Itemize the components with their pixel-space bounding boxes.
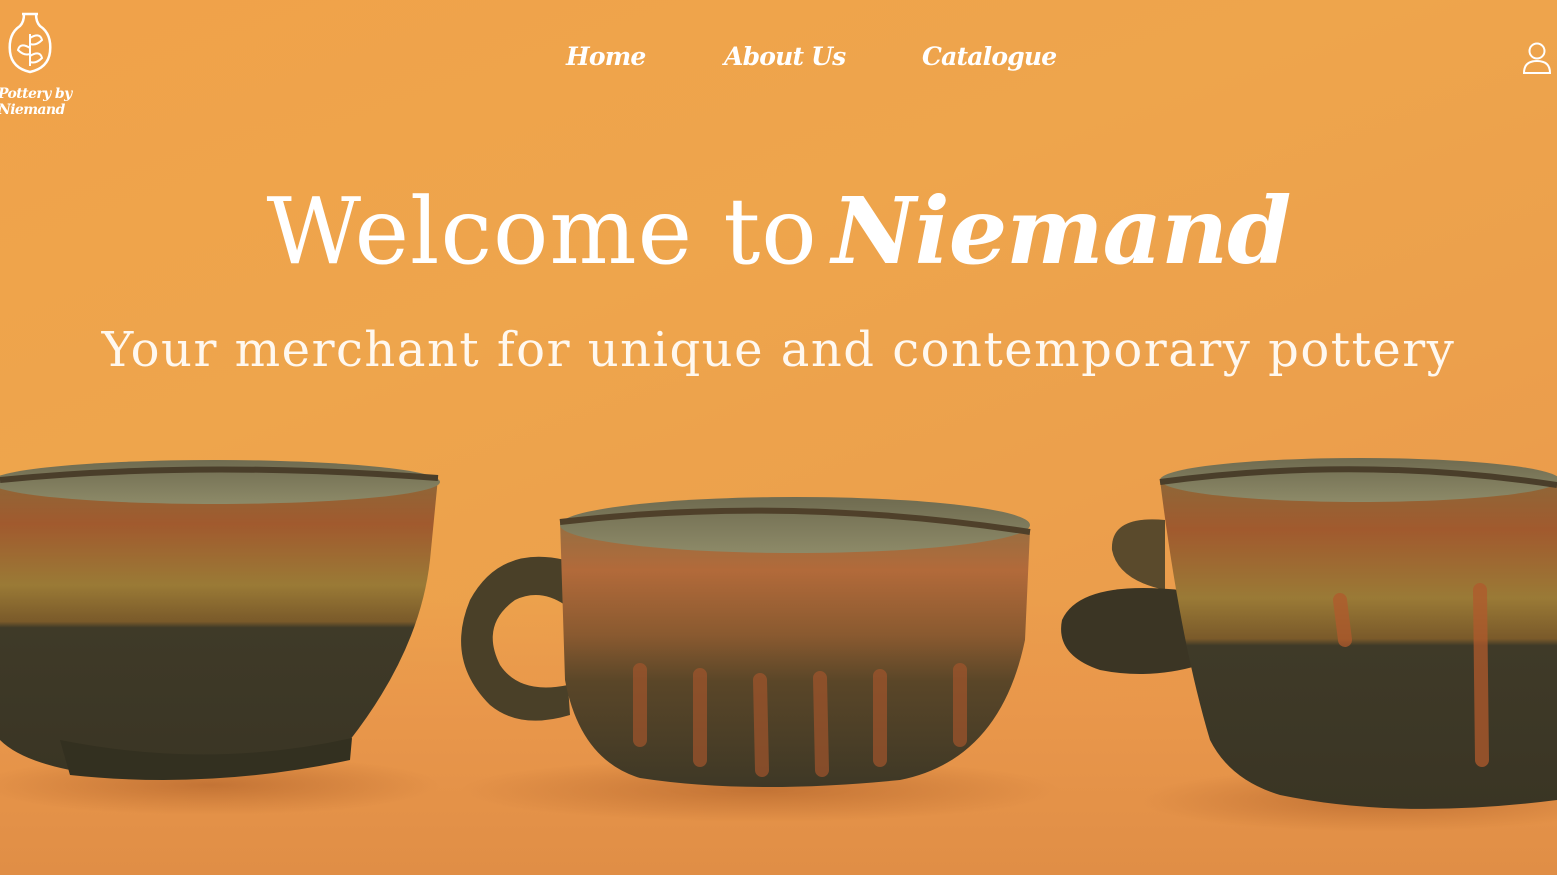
main-nav: Home About Us Catalogue (0, 42, 1557, 76)
hero-title: Welcome to Niemand (0, 176, 1557, 287)
cup-right (1061, 458, 1557, 809)
logo-text-line1: Pottery by (0, 86, 72, 102)
logo-text: Pottery by Niemand (0, 86, 72, 118)
hero-title-brand: Niemand (831, 177, 1292, 285)
hero-subtitle: Your merchant for unique and contemporar… (101, 322, 1456, 378)
nav-home[interactable]: Home (566, 42, 646, 71)
nav-about-us[interactable]: About Us (724, 42, 846, 71)
hero-cups-image (0, 458, 1557, 832)
logo-text-line2: Niemand (0, 102, 65, 118)
hero-title-prefix: Welcome to (266, 178, 818, 285)
cup-left (0, 460, 440, 780)
nav-catalogue[interactable]: Catalogue (922, 42, 1057, 71)
user-icon[interactable] (1520, 40, 1554, 76)
hero-section (0, 0, 1557, 875)
cup-middle (461, 497, 1031, 788)
